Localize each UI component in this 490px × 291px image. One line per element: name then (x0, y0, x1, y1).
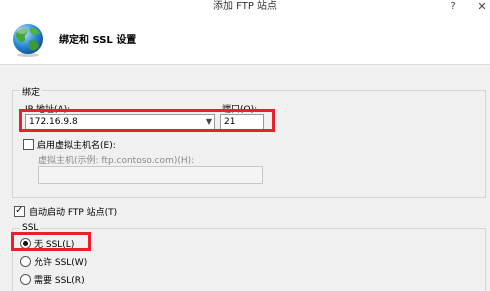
header-title: 绑定和 SSL 设置 (59, 35, 137, 46)
binding-group-label: 绑定 (20, 85, 43, 98)
virtual-host-label: 虚拟主机(示例: ftp.contoso.com)(H): (38, 156, 195, 166)
require-ssl-radio[interactable] (20, 274, 31, 285)
auto-start-label: 自动启动 FTP 站点(T) (29, 208, 118, 218)
close-button[interactable]: ✕ (474, 0, 490, 14)
allow-ssl-radio[interactable] (20, 256, 31, 267)
allow-ssl-label: 允许 SSL(W) (34, 258, 88, 268)
window-title: 添加 FTP 站点 (212, 1, 278, 12)
highlight-ip-port (19, 109, 275, 132)
highlight-no-ssl (11, 232, 91, 251)
help-button[interactable]: ? (446, 0, 460, 14)
auto-start-checkbox[interactable] (14, 205, 25, 217)
enable-virtual-host-label: 启用虚拟主机名(E): (37, 141, 116, 151)
require-ssl-label: 需要 SSL(R) (34, 276, 85, 286)
globe-icon (13, 24, 43, 57)
virtual-host-input[interactable] (38, 166, 263, 184)
enable-virtual-host-checkbox[interactable] (23, 139, 34, 150)
